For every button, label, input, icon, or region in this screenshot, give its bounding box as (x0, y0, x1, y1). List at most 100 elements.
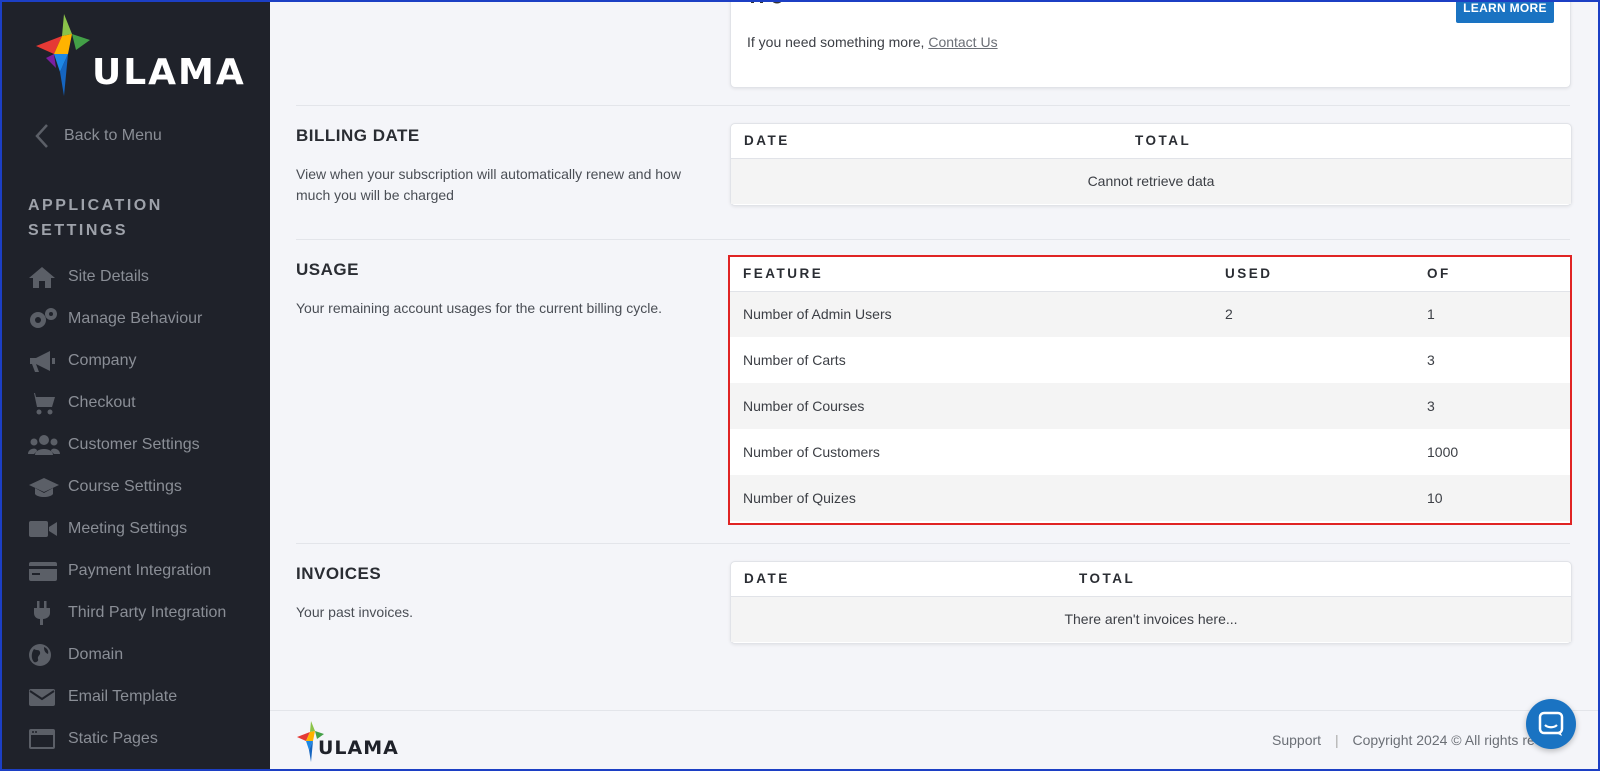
column-header-total: TOTAL (1122, 124, 1571, 159)
of-cell: 3 (1427, 352, 1435, 368)
column-header-used: USED (1212, 257, 1414, 292)
sidebar-item-checkout[interactable]: Checkout (28, 382, 226, 424)
video-icon (29, 521, 57, 537)
home-icon (29, 267, 55, 288)
plan-note: If you need something more, Contact Us (747, 34, 998, 50)
learn-more-button[interactable]: LEARN MORE (1456, 0, 1554, 23)
table-row: Number of Carts 3 (730, 337, 1570, 383)
sidebar-item-site-details[interactable]: Site Details (28, 256, 226, 298)
window-icon (29, 729, 55, 749)
footer-separator: | (1334, 732, 1339, 748)
usage-description: Your remaining account usages for the cu… (296, 300, 663, 316)
sidebar-item-payment-integration[interactable]: Payment Integration (28, 550, 226, 592)
sidebar-item-manage-behaviour[interactable]: Manage Behaviour (28, 298, 226, 340)
graduation-cap-icon (29, 478, 59, 497)
globe-icon (29, 644, 51, 666)
envelope-icon (29, 689, 55, 706)
of-cell: 3 (1414, 383, 1570, 429)
sidebar-nav: Site Details Manage Behaviour Company Ch… (28, 256, 226, 760)
support-link[interactable]: Support (1272, 732, 1321, 748)
usage-table-card: FEATURE USED OF Number of Admin Users 2 … (728, 255, 1572, 525)
billing-date-table: DATE TOTAL Cannot retrieve data (731, 124, 1571, 204)
section-divider (296, 543, 1570, 544)
table-row: Number of Admin Users 2 1 (730, 291, 1570, 337)
billing-empty-message: Cannot retrieve data (731, 158, 1571, 204)
sidebar-item-email-template[interactable]: Email Template (28, 676, 226, 718)
brand-logo[interactable]: ULAMA (34, 10, 244, 102)
used-cell (1212, 337, 1414, 383)
section-divider (296, 239, 1570, 240)
column-header-of: OF (1414, 257, 1570, 292)
hummingbird-logo-icon (36, 14, 90, 96)
plan-note-text: If you need something more, (747, 34, 925, 50)
plan-price-partial (747, 0, 807, 15)
feature-cell: Number of Courses (730, 383, 1212, 429)
sidebar-item-label: Checkout (68, 394, 136, 411)
invoices-description: Your past invoices. (296, 604, 413, 620)
sidebar: ULAMA Back to Menu APPLICATION SETTINGS … (0, 0, 270, 771)
back-to-menu-link[interactable]: Back to Menu (34, 122, 162, 150)
sidebar-item-course-settings[interactable]: Course Settings (28, 466, 226, 508)
used-cell (1212, 475, 1414, 521)
users-icon (28, 435, 60, 455)
main-content: If you need something more, Contact Us L… (270, 0, 1600, 771)
footer-brand-logo[interactable]: ULAMA (294, 719, 404, 767)
sidebar-item-meeting-settings[interactable]: Meeting Settings (28, 508, 226, 550)
sidebar-item-label: Email Template (68, 688, 178, 705)
used-cell (1212, 429, 1414, 475)
copyright-text: Copyright 2024 © All rights re (1352, 732, 1535, 748)
of-cell: 10 (1414, 475, 1570, 521)
sidebar-item-label: Third Party Integration (68, 604, 227, 621)
sidebar-item-customer-settings[interactable]: Customer Settings (28, 424, 226, 466)
sidebar-item-label: Company (68, 352, 137, 369)
invoices-title: INVOICES (296, 564, 382, 583)
feature-cell: Number of Customers (743, 444, 880, 460)
sidebar-item-company[interactable]: Company (28, 340, 226, 382)
sidebar-item-label: Domain (68, 646, 124, 663)
section-divider (296, 105, 1570, 106)
sidebar-item-label: Payment Integration (68, 562, 212, 579)
table-row: Number of Quizes 10 (730, 475, 1570, 521)
of-cell: 1000 (1427, 444, 1459, 460)
contact-us-link[interactable]: Contact Us (928, 34, 997, 50)
cart-icon (29, 393, 55, 415)
invoices-empty-message: There aren't invoices here... (731, 596, 1571, 642)
billing-date-title: BILLING DATE (296, 126, 420, 145)
plug-icon (34, 601, 50, 625)
used-cell (1212, 383, 1414, 429)
invoices-table: DATE TOTAL There aren't invoices here... (731, 562, 1571, 642)
brand-wordmark: ULAMA (92, 52, 246, 93)
chat-launcher-button[interactable] (1526, 699, 1576, 749)
invoices-table-card: DATE TOTAL There aren't invoices here... (730, 561, 1572, 644)
back-to-menu-label: Back to Menu (64, 127, 162, 144)
table-row: Number of Customers 1000 (730, 429, 1570, 475)
sidebar-item-third-party-integration[interactable]: Third Party Integration (28, 592, 226, 634)
sidebar-item-label: Course Settings (68, 478, 182, 495)
sidebar-item-static-pages[interactable]: Static Pages (28, 718, 226, 760)
billing-date-table-card: DATE TOTAL Cannot retrieve data (730, 123, 1572, 206)
footer-links: Support | Copyright 2024 © All rights re (1272, 732, 1535, 748)
footer: ULAMA Support | Copyright 2024 © All rig… (270, 710, 1600, 771)
footer-brand-wordmark: ULAMA (318, 737, 399, 759)
gears-icon (30, 308, 57, 328)
megaphone-icon (30, 351, 55, 372)
column-header-date: DATE (731, 562, 1066, 597)
feature-cell: Number of Quizes (730, 475, 1212, 521)
column-header-feature: FEATURE (730, 257, 1212, 292)
usage-table: FEATURE USED OF Number of Admin Users 2 … (730, 257, 1570, 521)
billing-date-description: View when your subscription will automat… (296, 166, 681, 203)
feature-cell: Number of Carts (743, 352, 846, 368)
sidebar-item-label: Site Details (68, 268, 149, 285)
sidebar-item-label: Meeting Settings (68, 520, 188, 537)
feature-cell: Number of Admin Users (730, 291, 1212, 337)
column-header-total: TOTAL (1066, 562, 1571, 597)
sidebar-item-domain[interactable]: Domain (28, 634, 226, 676)
of-cell: 1 (1414, 291, 1570, 337)
used-cell: 2 (1212, 291, 1414, 337)
price-text-fragment (751, 0, 783, 4)
sidebar-item-label: Customer Settings (68, 436, 200, 453)
column-header-date: DATE (731, 124, 1122, 159)
sidebar-section-title: APPLICATION SETTINGS (28, 197, 163, 239)
chat-icon (1538, 711, 1564, 736)
table-row: Number of Courses 3 (730, 383, 1570, 429)
